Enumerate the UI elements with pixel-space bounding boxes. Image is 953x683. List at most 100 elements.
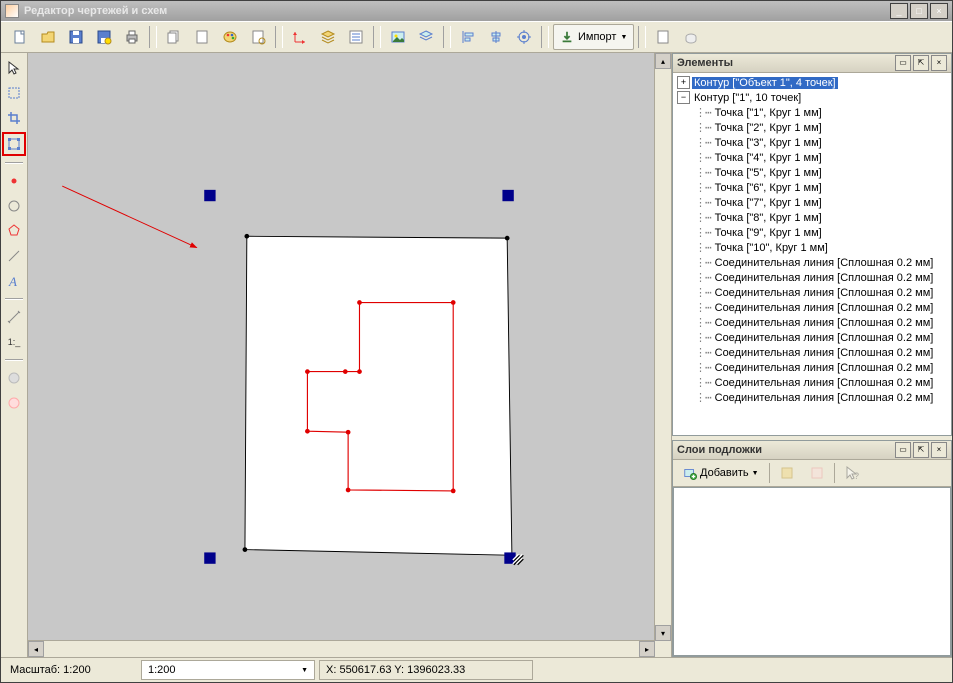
line-tool[interactable] xyxy=(3,245,25,267)
panel-float-button[interactable]: ▭ xyxy=(895,55,911,71)
canvas-area[interactable]: ▴ ▾ ◂ ▸ xyxy=(28,53,671,657)
maximize-button[interactable]: □ xyxy=(910,3,928,19)
tree-item: Соединительная линия [Сплошная 0.2 мм] xyxy=(713,362,936,374)
circle-tool[interactable] xyxy=(3,195,25,217)
snap-button[interactable] xyxy=(511,24,537,50)
tree-row[interactable]: ⋮⋯Точка ["10", Круг 1 мм] xyxy=(673,240,951,255)
scroll-up-button[interactable]: ▴ xyxy=(655,53,671,69)
layer-pointer-button[interactable]: ? xyxy=(839,460,865,486)
save-as-button[interactable] xyxy=(91,24,117,50)
import-button[interactable]: Импорт ▼ xyxy=(553,24,634,50)
tree-item: Точка ["6", Круг 1 мм] xyxy=(713,182,824,194)
align-left-button[interactable] xyxy=(455,24,481,50)
tree-row[interactable]: +Контур ["Объект 1", 4 точек] xyxy=(673,75,951,90)
list-button[interactable] xyxy=(343,24,369,50)
separator xyxy=(275,26,283,48)
layers-button[interactable] xyxy=(315,24,341,50)
panel-pin-button[interactable]: ⇱ xyxy=(913,442,929,458)
layers-list[interactable] xyxy=(673,487,951,656)
axes-button[interactable] xyxy=(287,24,313,50)
layers-panel-header: Слои подложки ▭ ⇱ × xyxy=(673,441,951,460)
tree-row[interactable]: ⋮⋯Соединительная линия [Сплошная 0.2 мм] xyxy=(673,285,951,300)
panel-float-button[interactable]: ▭ xyxy=(895,442,911,458)
measure-tool[interactable] xyxy=(3,306,25,328)
new-button[interactable] xyxy=(7,24,33,50)
panel-close-button[interactable]: × xyxy=(931,55,947,71)
elements-panel-header: Элементы ▭ ⇱ × xyxy=(673,54,951,73)
tree-item: Соединительная линия [Сплошная 0.2 мм] xyxy=(713,257,936,269)
tree-row[interactable]: ⋮⋯Соединительная линия [Сплошная 0.2 мм] xyxy=(673,315,951,330)
scale-select[interactable]: 1:200 ▼ xyxy=(141,660,315,680)
tree-row[interactable]: ⋮⋯Соединительная линия [Сплошная 0.2 мм] xyxy=(673,300,951,315)
tree-item: Точка ["10", Круг 1 мм] xyxy=(713,242,830,254)
tree-row[interactable]: ⋮⋯Точка ["7", Круг 1 мм] xyxy=(673,195,951,210)
panel-close-button[interactable]: × xyxy=(931,442,947,458)
tree-item: Соединительная линия [Сплошная 0.2 мм] xyxy=(713,302,936,314)
horizontal-scrollbar[interactable]: ◂ ▸ xyxy=(28,640,655,657)
tree-row[interactable]: ⋮⋯Точка ["8", Круг 1 мм] xyxy=(673,210,951,225)
svg-text:?: ? xyxy=(854,471,859,481)
crop-tool[interactable] xyxy=(3,107,25,129)
tree-row[interactable]: ⋮⋯Соединительная линия [Сплошная 0.2 мм] xyxy=(673,330,951,345)
tree-item: Соединительная линия [Сплошная 0.2 мм] xyxy=(713,272,936,284)
tree-item: Точка ["1", Круг 1 мм] xyxy=(713,107,824,119)
drawing-svg xyxy=(38,63,645,631)
doc2-button[interactable] xyxy=(678,24,704,50)
tree-row[interactable]: ⋮⋯Точка ["4", Круг 1 мм] xyxy=(673,150,951,165)
paste-button[interactable] xyxy=(189,24,215,50)
doc1-button[interactable] xyxy=(650,24,676,50)
elements-panel-title: Элементы xyxy=(677,57,893,69)
tree-row[interactable]: ⋮⋯Соединительная линия [Сплошная 0.2 мм] xyxy=(673,390,951,405)
page-setup-button[interactable] xyxy=(245,24,271,50)
palette-button[interactable] xyxy=(217,24,243,50)
pointer-tool[interactable] xyxy=(3,57,25,79)
tree-item: Точка ["8", Круг 1 мм] xyxy=(713,212,824,224)
tree-row[interactable]: ⋮⋯Соединительная линия [Сплошная 0.2 мм] xyxy=(673,345,951,360)
tree-row[interactable]: −Контур ["1", 10 точек] xyxy=(673,90,951,105)
layer-action2-button[interactable] xyxy=(804,460,830,486)
titlebar: Редактор чертежей и схем _ □ × xyxy=(1,1,952,21)
separator xyxy=(769,463,770,483)
wheel-tool[interactable] xyxy=(3,367,25,389)
separator xyxy=(834,463,835,483)
layer-action1-button[interactable] xyxy=(774,460,800,486)
save-button[interactable] xyxy=(63,24,89,50)
tree-row[interactable]: ⋮⋯Точка ["3", Круг 1 мм] xyxy=(673,135,951,150)
rect-select-tool[interactable] xyxy=(3,82,25,104)
point-tool[interactable] xyxy=(3,170,25,192)
drawing[interactable] xyxy=(38,63,645,631)
bounds-tool[interactable] xyxy=(2,132,26,156)
minimize-button[interactable]: _ xyxy=(890,3,908,19)
disc-tool[interactable] xyxy=(3,392,25,414)
tree-row[interactable]: ⋮⋯Точка ["6", Круг 1 мм] xyxy=(673,180,951,195)
scale-tool[interactable]: 1:_ xyxy=(3,331,25,353)
add-layer-button[interactable]: Добавить ▼ xyxy=(677,464,765,482)
tree-row[interactable]: ⋮⋯Точка ["1", Круг 1 мм] xyxy=(673,105,951,120)
tree-row[interactable]: ⋮⋯Точка ["5", Круг 1 мм] xyxy=(673,165,951,180)
close-button[interactable]: × xyxy=(930,3,948,19)
align-center-button[interactable] xyxy=(483,24,509,50)
elements-tree[interactable]: +Контур ["Объект 1", 4 точек]−Контур ["1… xyxy=(673,73,951,435)
tree-row[interactable]: ⋮⋯Соединительная линия [Сплошная 0.2 мм] xyxy=(673,360,951,375)
copy-button[interactable] xyxy=(161,24,187,50)
open-button[interactable] xyxy=(35,24,61,50)
tree-row[interactable]: ⋮⋯Соединительная линия [Сплошная 0.2 мм] xyxy=(673,255,951,270)
panel-pin-button[interactable]: ⇱ xyxy=(913,55,929,71)
scroll-right-button[interactable]: ▸ xyxy=(639,641,655,657)
scroll-down-button[interactable]: ▾ xyxy=(655,625,671,641)
svg-text:A: A xyxy=(8,274,17,289)
vertical-scrollbar[interactable]: ▴ ▾ xyxy=(654,53,671,641)
tree-row[interactable]: ⋮⋯Точка ["2", Круг 1 мм] xyxy=(673,120,951,135)
tree-row[interactable]: ⋮⋯Точка ["9", Круг 1 мм] xyxy=(673,225,951,240)
tree-item: Соединительная линия [Сплошная 0.2 мм] xyxy=(713,287,936,299)
tree-item: Соединительная линия [Сплошная 0.2 мм] xyxy=(713,347,936,359)
tree-row[interactable]: ⋮⋯Соединительная линия [Сплошная 0.2 мм] xyxy=(673,270,951,285)
layers2-button[interactable] xyxy=(413,24,439,50)
print-button[interactable] xyxy=(119,24,145,50)
scroll-left-button[interactable]: ◂ xyxy=(28,641,44,657)
tree-row[interactable]: ⋮⋯Соединительная линия [Сплошная 0.2 мм] xyxy=(673,375,951,390)
window-title: Редактор чертежей и схем xyxy=(24,5,890,17)
image-button[interactable] xyxy=(385,24,411,50)
text-tool[interactable]: A xyxy=(3,270,25,292)
polygon-tool[interactable] xyxy=(3,220,25,242)
